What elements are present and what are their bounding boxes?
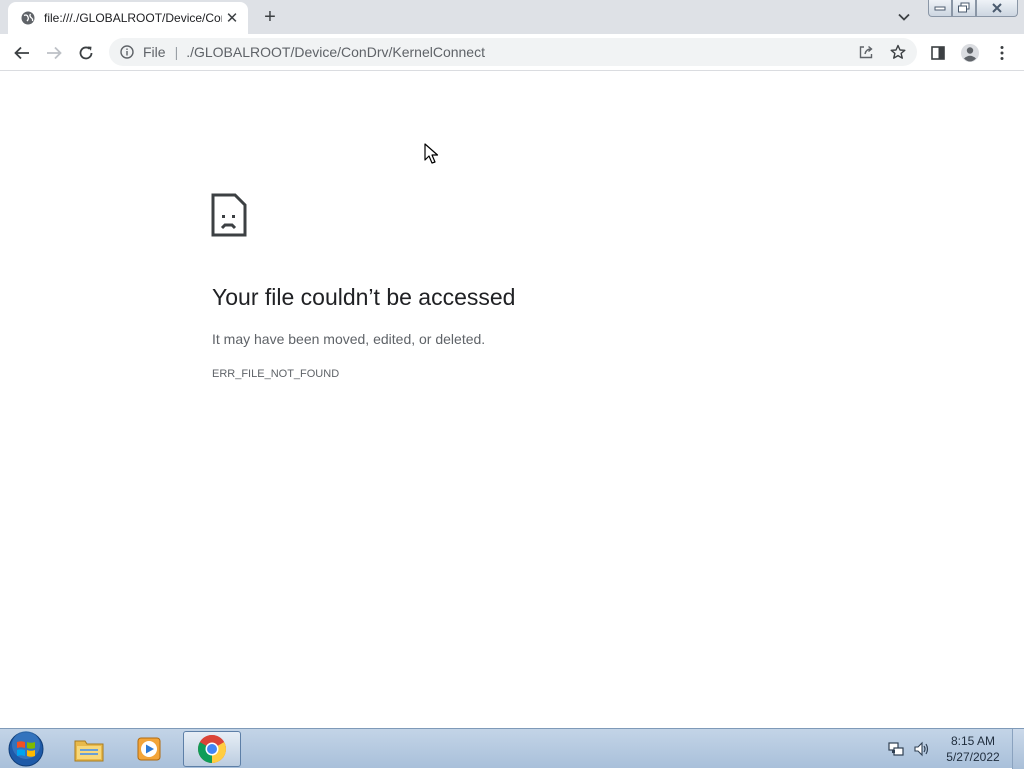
profile-avatar-icon[interactable]: [957, 40, 983, 66]
restore-window-button[interactable]: [952, 0, 976, 17]
folder-icon: [74, 740, 104, 762]
url-text[interactable]: ./GLOBALROOT/Device/ConDrv/KernelConnect: [186, 44, 485, 60]
system-tray: [886, 733, 938, 765]
globe-icon: [20, 10, 36, 26]
reload-icon[interactable]: [73, 40, 99, 66]
browser-toolbar: File | ./GLOBALROOT/Device/ConDrv/Kernel…: [0, 34, 1024, 71]
menu-kebab-icon[interactable]: [989, 40, 1015, 66]
page-content: Your file couldn’t be accessed It may ha…: [0, 72, 1024, 728]
bookmark-star-icon[interactable]: [889, 43, 907, 61]
error-description: It may have been moved, edited, or delet…: [212, 331, 486, 347]
error-code: ERR_FILE_NOT_FOUND: [212, 368, 340, 380]
new-tab-button[interactable]: +: [258, 5, 282, 29]
start-button[interactable]: [6, 730, 46, 768]
url-separator: |: [174, 44, 179, 60]
forward-arrow-icon[interactable]: [41, 40, 67, 66]
side-panel-icon[interactable]: [925, 40, 951, 66]
close-window-button[interactable]: [976, 0, 1018, 17]
system-clock[interactable]: 8:15 AM 5/27/2022: [938, 733, 1008, 765]
taskbar-explorer-button[interactable]: [60, 731, 118, 767]
network-icon[interactable]: [886, 739, 906, 759]
back-arrow-icon[interactable]: [9, 40, 35, 66]
clock-date: 5/27/2022: [946, 750, 1000, 764]
browser-tab[interactable]: file:///./GLOBALROOT/Device/ConDrv/Kerne…: [8, 2, 248, 34]
sad-file-icon: [211, 193, 247, 237]
tab-close-icon[interactable]: ✕: [222, 8, 242, 28]
info-icon[interactable]: [119, 44, 135, 60]
taskbar: 8:15 AM 5/27/2022: [0, 728, 1024, 769]
tab-strip: file:///./GLOBALROOT/Device/ConDrv/Kerne…: [0, 0, 1024, 34]
error-title: Your file couldn’t be accessed: [212, 284, 516, 310]
show-desktop-button[interactable]: [1012, 729, 1024, 769]
volume-icon[interactable]: [912, 739, 932, 759]
address-bar[interactable]: File | ./GLOBALROOT/Device/ConDrv/Kernel…: [109, 38, 917, 66]
tab-title: file:///./GLOBALROOT/Device/ConDrv/Kerne…: [44, 11, 222, 25]
media-player-icon: [137, 737, 161, 761]
chrome-icon: [198, 735, 226, 763]
clock-time: 8:15 AM: [950, 734, 996, 748]
windows-logo-icon: [8, 731, 44, 767]
taskbar-chrome-button[interactable]: [183, 731, 241, 767]
share-icon[interactable]: [857, 43, 875, 61]
mouse-cursor-icon: [424, 143, 439, 164]
taskbar-media-player-button[interactable]: [120, 731, 178, 767]
url-scheme-label: File: [143, 44, 166, 60]
minimize-window-button[interactable]: [928, 0, 952, 17]
tab-search-chevron-icon[interactable]: [894, 7, 914, 27]
